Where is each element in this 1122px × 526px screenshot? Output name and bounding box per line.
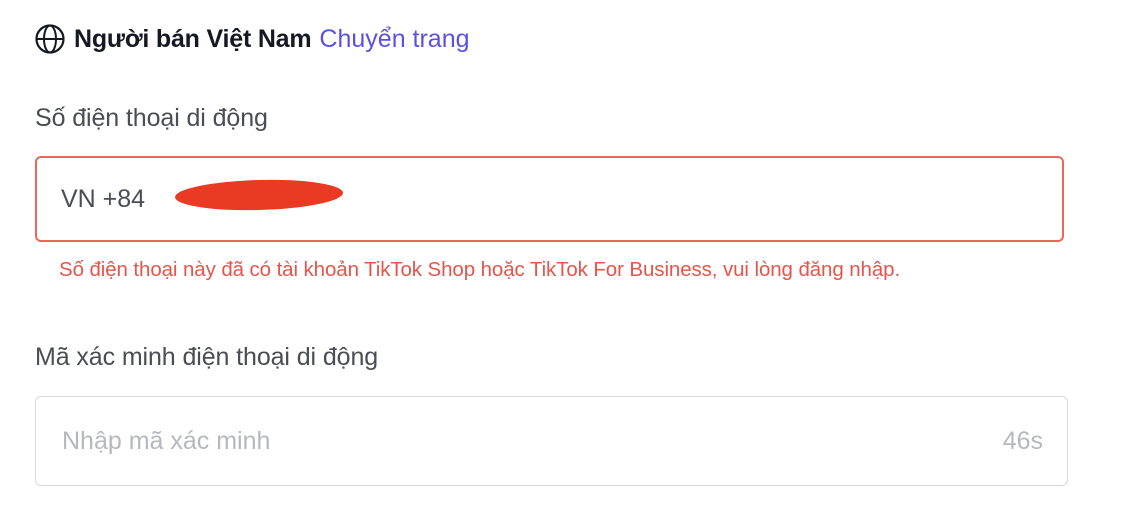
globe-icon: [34, 23, 66, 55]
verification-code-box[interactable]: 46s: [35, 396, 1068, 486]
phone-input-box[interactable]: VN +84: [35, 156, 1064, 242]
seller-region-label: Người bán Việt Nam: [74, 24, 312, 53]
resend-countdown: 46s: [1002, 426, 1043, 455]
switch-region-link[interactable]: Chuyển trang: [319, 25, 469, 54]
phone-error-message: Số điện thoại này đã có tài khoản TikTok…: [59, 258, 901, 281]
verification-code-label: Mã xác minh điện thoại di động: [35, 343, 379, 371]
country-code-selector[interactable]: VN +84: [61, 185, 145, 214]
verification-code-input[interactable]: [60, 425, 864, 457]
seller-region-row: Người bán Việt Nam Chuyển trang: [34, 22, 470, 56]
phone-field-label: Số điện thoại di động: [35, 104, 268, 132]
